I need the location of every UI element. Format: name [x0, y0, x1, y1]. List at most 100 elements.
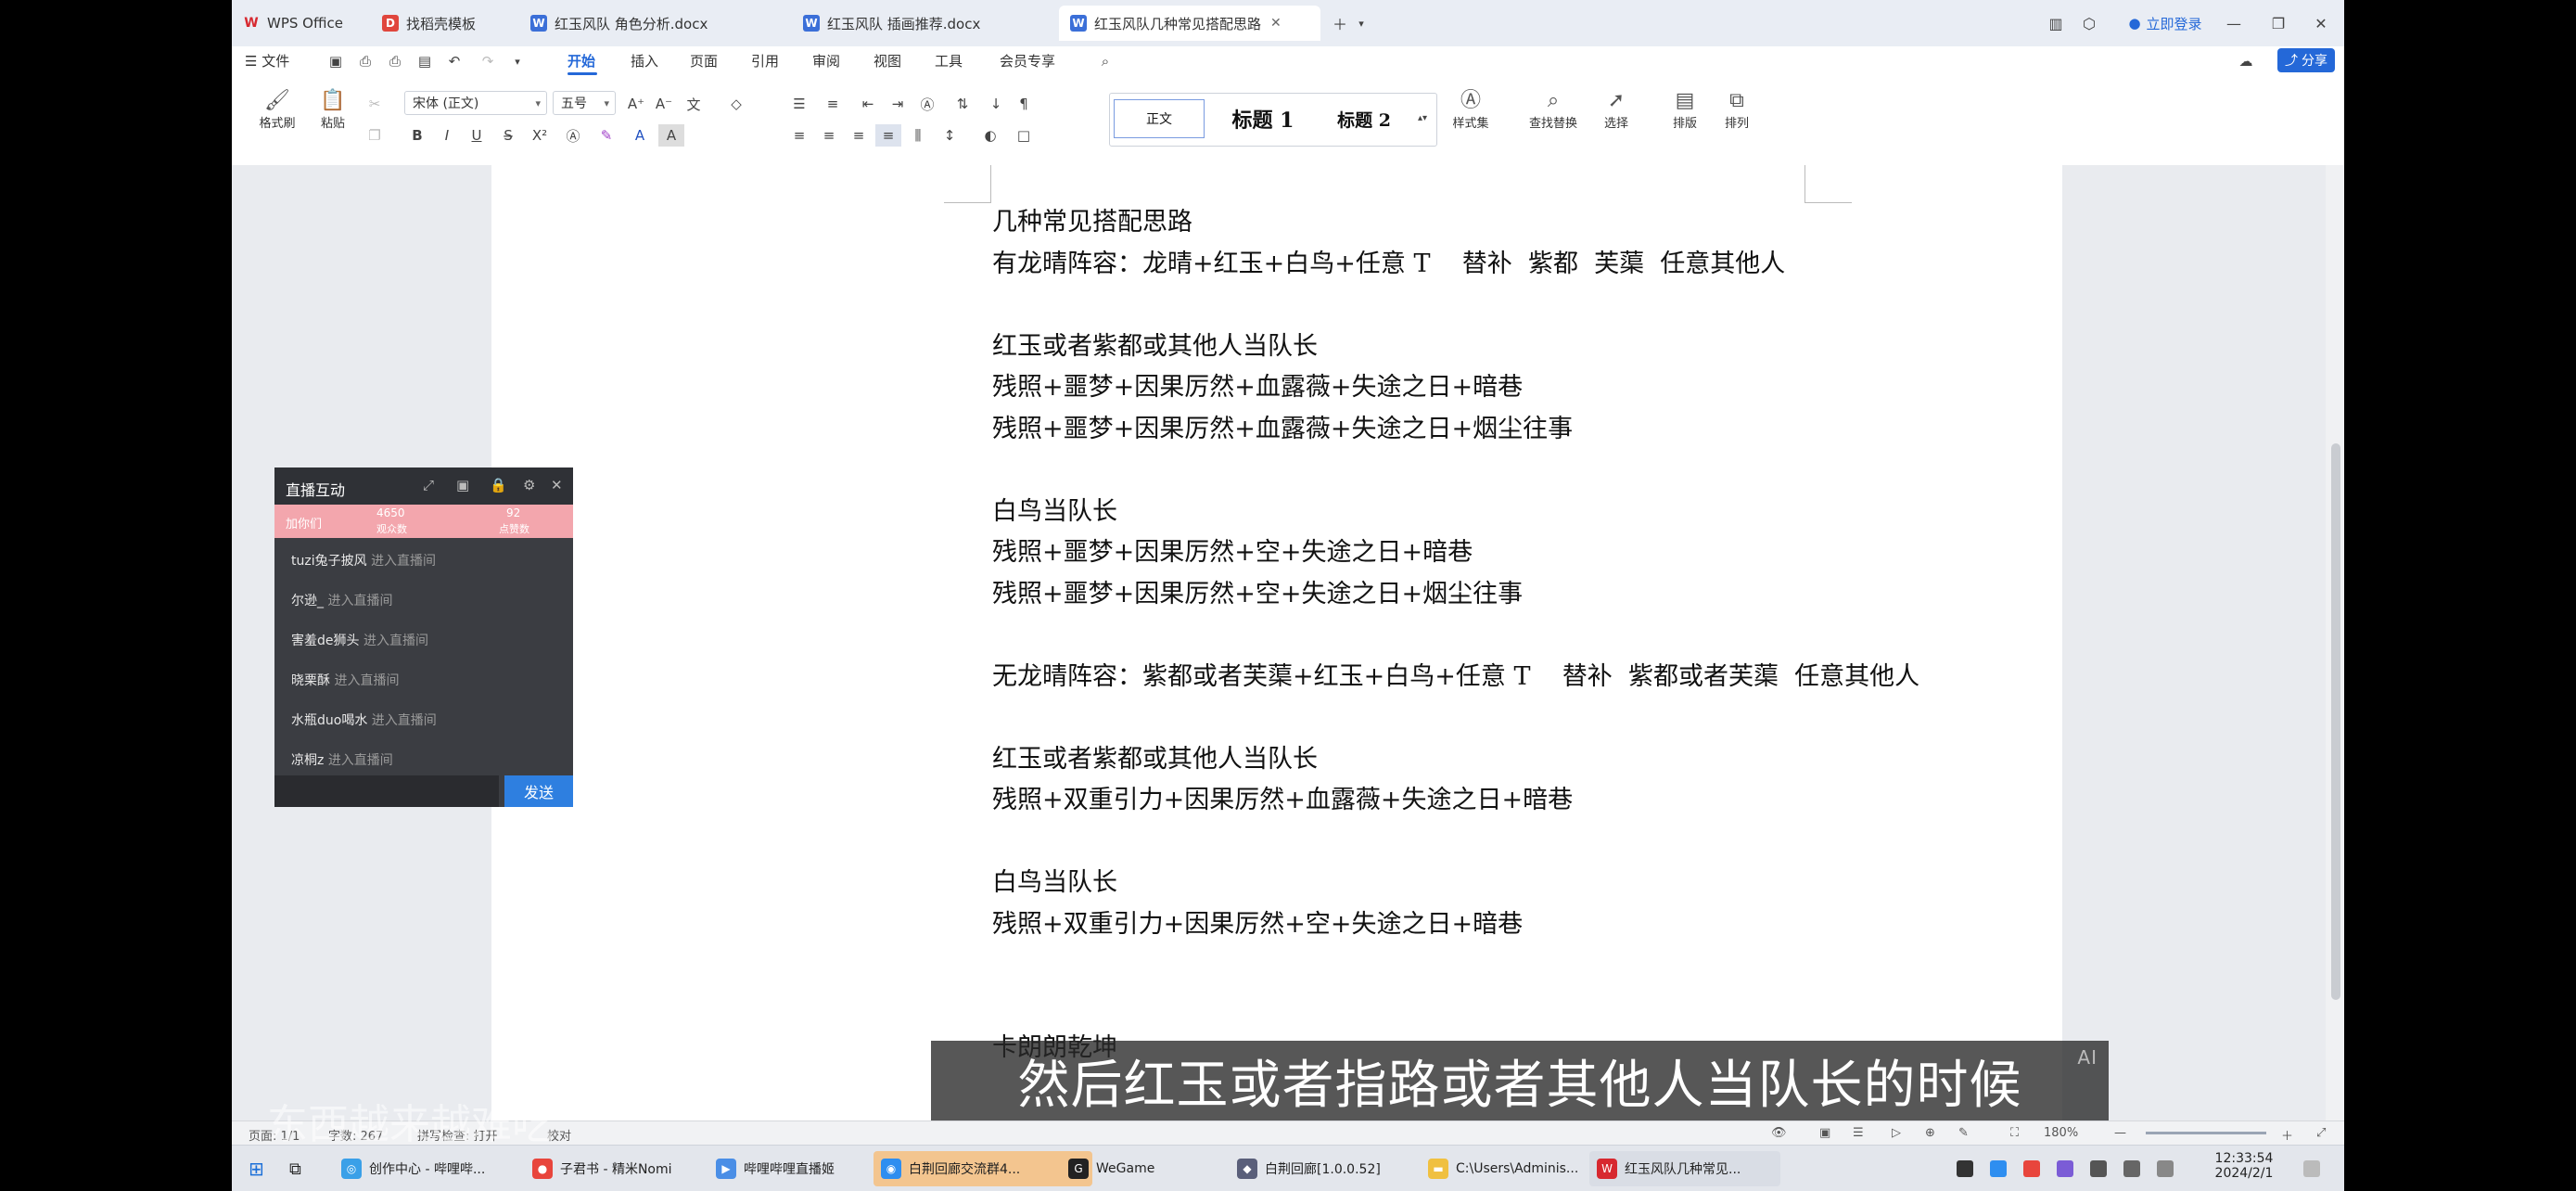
increase-indent-icon[interactable]: ⇥ [885, 93, 911, 115]
menu-review[interactable]: 审阅 [812, 51, 840, 70]
arrange-button[interactable]: ⧉ 排列 [1715, 89, 1758, 131]
close-icon[interactable]: ✕ [1270, 16, 1282, 31]
menu-reference[interactable]: 引用 [751, 51, 779, 70]
minimize-icon[interactable]: — [2222, 9, 2246, 37]
preview-icon[interactable]: ▤ [412, 50, 438, 72]
menu-view[interactable]: 视图 [874, 51, 901, 70]
distribute-icon[interactable]: ⫼ [905, 124, 931, 147]
highlight-icon[interactable]: ✎ [593, 124, 619, 147]
tab-wps-office[interactable]: W WPS Office [232, 6, 362, 41]
taskbar-item[interactable]: W 红玉风队几种常见... [1589, 1151, 1780, 1186]
network-icon[interactable] [2157, 1160, 2174, 1177]
gear-icon[interactable]: ⚙ [523, 477, 535, 493]
format-painter-button[interactable]: 🖌 格式刷 [256, 89, 299, 131]
font-name-select[interactable]: 宋体 (正文) ▾ [404, 91, 547, 115]
print-icon[interactable]: ⎙ [382, 50, 408, 72]
menu-page[interactable]: 页面 [690, 51, 718, 70]
tab-doc-analysis[interactable]: W 红玉风队 角色分析.docx [519, 6, 788, 41]
tray-app-icon[interactable] [2090, 1160, 2107, 1177]
numbered-list-icon[interactable]: ≡ [820, 93, 846, 115]
close-icon[interactable]: ✕ [551, 477, 563, 493]
vertical-scrollbar[interactable] [2326, 165, 2344, 1126]
italic-icon[interactable]: I [434, 124, 460, 147]
scrollbar-thumb[interactable] [2331, 443, 2340, 1000]
sort-icon[interactable]: ⇅ [950, 93, 976, 115]
style-normal[interactable]: 正文 [1114, 99, 1205, 138]
bold-icon[interactable]: B [404, 124, 430, 147]
cube-icon[interactable]: ⬡ [2077, 9, 2101, 37]
shading-icon[interactable]: ◐ [977, 124, 1003, 147]
send-button[interactable]: 发送 [504, 775, 573, 807]
justify-icon[interactable]: ≡ [875, 124, 901, 147]
taskbar-item[interactable]: ● 子君书 - 精米Nomi [525, 1151, 707, 1186]
menu-home[interactable]: 开始 [567, 51, 595, 70]
taskbar-item[interactable]: ◆ 白荆回廊[1.0.0.52] [1230, 1151, 1421, 1186]
taskbar-item[interactable]: ▬ C:\Users\Adminis... [1421, 1151, 1612, 1186]
bullet-list-icon[interactable]: ☰ [786, 93, 812, 115]
shrink-font-icon[interactable]: A⁻ [651, 93, 677, 115]
tab-template[interactable]: D 找稻壳模板 [371, 6, 501, 41]
strikethrough-icon[interactable]: S̶ [495, 124, 521, 147]
tray-app-icon[interactable] [1990, 1160, 2007, 1177]
live-message-input[interactable] [274, 775, 499, 807]
task-view-button[interactable]: ⧉ [282, 1151, 315, 1186]
tab-doc-active[interactable]: W 红玉风队几种常见搭配思路.d ✕ [1059, 6, 1320, 41]
tray-app-icon[interactable] [1957, 1160, 1973, 1177]
chevron-down-icon[interactable]: ▾ [1352, 9, 1371, 37]
menu-tools[interactable]: 工具 [935, 51, 963, 70]
export-icon[interactable]: ⎙ [352, 50, 378, 72]
fullscreen-icon[interactable]: ⤢ [2316, 1126, 2326, 1140]
border-icon[interactable]: □ [1011, 124, 1037, 147]
tray-app-icon[interactable] [2057, 1160, 2073, 1177]
layout-icon[interactable]: ▥ [2044, 9, 2068, 37]
align-left-icon[interactable]: ≡ [786, 124, 812, 147]
login-button[interactable]: ● 立即登录 [2114, 9, 2216, 37]
web-view-icon[interactable]: ⊕ [1925, 1126, 1935, 1140]
char-shading-icon[interactable]: A [658, 124, 684, 147]
eye-icon[interactable]: 👁 [1771, 1126, 1787, 1140]
pen-icon[interactable]: ✎ [1958, 1126, 1969, 1140]
style-heading-2[interactable]: 标题 2 [1318, 99, 1410, 138]
taskbar-item[interactable]: G WeGame [1061, 1151, 1237, 1186]
window-close-icon[interactable]: ✕ [2309, 9, 2333, 37]
tab-doc-illustration[interactable]: W 红玉风队 插画推荐.docx [792, 6, 1053, 41]
speaker-icon[interactable] [2123, 1160, 2140, 1177]
play-icon[interactable]: ▷ [1892, 1126, 1901, 1140]
taskbar-item[interactable]: ▶ 哔哩哔哩直播姬 [708, 1151, 885, 1186]
layout-button[interactable]: ▤ 排版 [1664, 89, 1706, 131]
sort-az-icon[interactable]: ↓ [983, 93, 1009, 115]
line-spacing-icon[interactable]: ↕ [937, 124, 963, 147]
zoom-out-icon[interactable]: — [2114, 1126, 2126, 1140]
restore-icon[interactable]: ❐ [2266, 9, 2290, 37]
camera-icon[interactable]: ▣ [456, 477, 469, 493]
clock[interactable]: 12:33:54 2024/2/1 [2207, 1151, 2281, 1181]
menu-insert[interactable]: 插入 [631, 51, 658, 70]
live-tab[interactable]: 加你们 [286, 514, 322, 531]
style-set-button[interactable]: Ⓐ 样式集 [1443, 89, 1498, 131]
align-center-icon[interactable]: ≡ [816, 124, 842, 147]
cloud-icon[interactable]: ☁ [2233, 50, 2259, 72]
show-marks-icon[interactable]: ¶ [1011, 93, 1037, 115]
page-view-icon[interactable]: ▣ [1819, 1126, 1830, 1140]
font-size-select[interactable]: 五号 ▾ [553, 91, 616, 115]
outline-view-icon[interactable]: ☰ [1853, 1126, 1864, 1140]
file-menu[interactable]: ☰ 文件 [245, 51, 289, 70]
more-chevron-icon[interactable]: ▾ [504, 50, 530, 72]
copy-icon[interactable]: ❐ [362, 124, 388, 147]
undo-icon[interactable]: ↶ [441, 50, 467, 72]
clear-format-icon[interactable]: ◇ [723, 93, 749, 115]
paste-button[interactable]: 📋 粘贴 [312, 89, 354, 131]
phonetic-icon[interactable]: 文 [681, 93, 707, 115]
redo-icon[interactable]: ↷ [475, 50, 501, 72]
menu-member[interactable]: 会员专享 [1000, 51, 1055, 70]
text-effect-icon[interactable]: Ⓐ [560, 124, 586, 147]
font-color-icon[interactable]: A [627, 124, 653, 147]
superscript-icon[interactable]: X² [527, 124, 553, 147]
lock-icon[interactable]: 🔒 [490, 477, 507, 493]
document-page[interactable]: 几种常见搭配思路 有龙晴阵容：龙晴+红玉+白鸟+任意 T 替补 紫都 芙蕖 任意… [491, 165, 2062, 1126]
align-right-icon[interactable]: ≡ [846, 124, 872, 147]
document-body[interactable]: 几种常见搭配思路 有龙晴阵容：龙晴+红玉+白鸟+任意 T 替补 紫都 芙蕖 任意… [992, 202, 1919, 1069]
live-message-list[interactable]: tuzi兔子披风 进入直播间 尔逊_ 进入直播间 害羞de狮头 进入直播间 晓栗… [274, 538, 573, 785]
underline-icon[interactable]: U [464, 124, 490, 147]
zoom-in-icon[interactable]: ＋ [2281, 1126, 2293, 1144]
